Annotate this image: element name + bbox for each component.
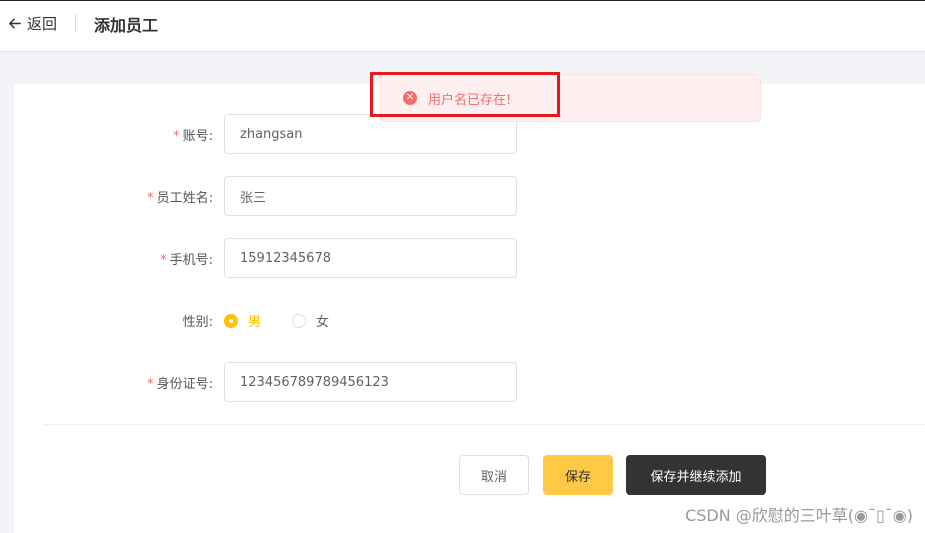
- back-button[interactable]: 返回: [7, 13, 57, 34]
- gender-radio-male[interactable]: 男: [224, 311, 261, 330]
- required-mark: *: [147, 377, 154, 392]
- gender-radio-female[interactable]: 女: [292, 311, 329, 330]
- save-and-continue-button[interactable]: 保存并继续添加: [626, 455, 766, 495]
- required-mark: *: [160, 253, 167, 268]
- phone-label: * 手机号:: [93, 249, 213, 268]
- back-label: 返回: [27, 15, 58, 33]
- save-button[interactable]: 保存: [543, 455, 613, 495]
- phone-field[interactable]: [224, 238, 517, 278]
- page-title: 添加员工: [94, 16, 159, 35]
- phone-label-text: 手机号:: [169, 253, 213, 268]
- annotation-highlight-box: [370, 72, 560, 117]
- cancel-button[interactable]: 取消: [459, 455, 529, 495]
- gender-option-male: 男: [248, 315, 262, 330]
- name-input[interactable]: [225, 177, 516, 215]
- header-divider: [75, 14, 76, 33]
- username-label-text: 账号:: [182, 129, 213, 144]
- id-number-label: * 身份证号:: [93, 373, 213, 392]
- gender-option-female: 女: [316, 315, 330, 330]
- username-label: * 账号:: [93, 125, 213, 144]
- id-number-field[interactable]: [224, 362, 517, 402]
- top-bar: 返回 添加员工: [0, 0, 925, 52]
- name-field[interactable]: [224, 176, 517, 216]
- form-divider: [44, 424, 925, 425]
- gender-label: 性别:: [182, 315, 213, 330]
- arrow-left-icon: [9, 18, 21, 29]
- radio-checked-icon: [224, 313, 238, 328]
- radio-unchecked-icon: [292, 313, 306, 328]
- name-label: * 员工姓名:: [93, 187, 213, 206]
- required-mark: *: [147, 191, 154, 206]
- phone-input[interactable]: [225, 239, 516, 277]
- watermark: CSDN @欣慰的三叶草(◉¯▯¯◉): [685, 506, 913, 525]
- required-mark: *: [173, 129, 180, 144]
- id-number-label-text: 身份证号:: [156, 377, 213, 392]
- name-label-text: 员工姓名:: [156, 191, 213, 206]
- id-number-input[interactable]: [225, 363, 516, 401]
